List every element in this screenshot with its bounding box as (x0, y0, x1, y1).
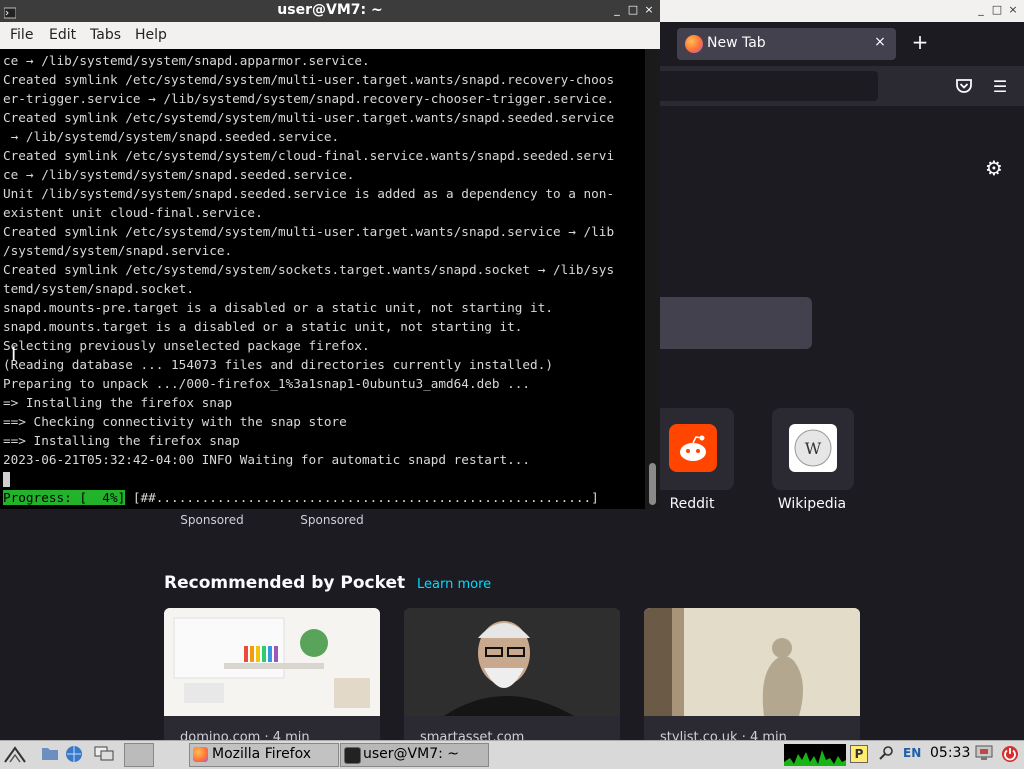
terminal-line: Selecting previously unselected package … (3, 338, 370, 353)
pocket-heading: Recommended by Pocket (164, 573, 406, 593)
show-desktop-icon[interactable] (124, 743, 154, 767)
terminal-line: existent unit cloud-final.service. (3, 205, 263, 220)
terminal-line: snapd.mounts.target is a disabled or a s… (3, 319, 523, 334)
text-cursor-icon: I (11, 344, 17, 365)
terminal-cursor-line (3, 469, 645, 488)
terminal-line: → /lib/systemd/system/snapd.seeded.servi… (3, 129, 340, 144)
card-image (644, 608, 860, 716)
scrollbar-thumb[interactable] (649, 463, 656, 505)
shortcut-wikipedia[interactable]: W (772, 408, 854, 490)
sponsored-label: Sponsored (180, 513, 244, 527)
terminal-title: user@VM7: ~ (277, 2, 383, 18)
card-image (404, 608, 620, 716)
pocket-card[interactable]: stylist.co.uk · 4 min (644, 608, 860, 748)
menu-tabs[interactable]: Tabs (90, 27, 121, 43)
terminal-line: (Reading database ... 154073 files and d… (3, 357, 553, 372)
new-tab-button[interactable]: + (910, 30, 930, 54)
menu-edit[interactable]: Edit (49, 27, 76, 43)
terminal-close-button[interactable]: × (642, 3, 656, 16)
learn-more-link[interactable]: Learn more (417, 577, 491, 592)
start-menu-icon[interactable] (4, 744, 26, 763)
pocket-card[interactable]: smartasset.com (404, 608, 620, 748)
progress-line: Progress: [ 4%] [##.....................… (3, 488, 645, 507)
svg-text:W: W (805, 439, 822, 458)
firefox-logo-icon (685, 35, 703, 53)
terminal-line: ce → /lib/systemd/system/snapd.seeded.se… (3, 167, 355, 182)
shortcut-reddit[interactable] (652, 408, 734, 490)
power-icon[interactable] (1000, 745, 1020, 763)
clock[interactable]: 05:33 (930, 745, 970, 761)
gear-icon[interactable]: ⚙ (983, 156, 1005, 180)
terminal-line: Unit /lib/systemd/system/snapd.seeded.se… (3, 186, 615, 201)
terminal-line: Created symlink /etc/systemd/system/mult… (3, 110, 615, 125)
pocket-card[interactable]: domino.com · 4 min (164, 608, 380, 748)
terminal-minimize-button[interactable]: _ (610, 3, 624, 16)
tab-new-tab[interactable]: New Tab × (677, 28, 896, 60)
firefox-minimize-button[interactable]: _ (974, 3, 988, 16)
terminal-scrollbar[interactable] (645, 49, 660, 509)
terminal-line: ==> Installing the firefox snap (3, 433, 240, 448)
terminal-line: => Installing the firefox snap (3, 395, 233, 410)
keyboard-layout-indicator[interactable]: EN (903, 746, 921, 760)
terminal-maximize-button[interactable]: □ (626, 3, 640, 16)
terminal-line: Created symlink /etc/systemd/system/clou… (3, 148, 615, 163)
terminal-line: Created symlink /etc/systemd/system/mult… (3, 224, 615, 239)
cpu-monitor-graph (784, 744, 846, 766)
window-switcher-icon[interactable] (94, 745, 114, 763)
terminal-titlebar[interactable]: user@VM7: ~ _ □ × (0, 0, 660, 22)
logout-screen-icon[interactable] (974, 745, 994, 763)
terminal-menubar: File Edit Tabs Help (0, 22, 660, 49)
task-label: Mozilla Firefox (212, 746, 312, 762)
terminal-line: Created symlink /etc/systemd/system/sock… (3, 262, 615, 277)
terminal-cursor (3, 472, 10, 487)
search-tray-icon[interactable] (876, 745, 896, 763)
progress-bar: [##.....................................… (125, 490, 599, 505)
firefox-maximize-button[interactable]: □ (990, 3, 1004, 16)
wikipedia-icon: W (789, 424, 837, 472)
card-image (164, 608, 380, 716)
terminal-line: ==> Checking connectivity with the snap … (3, 414, 347, 429)
url-bar[interactable] (640, 71, 878, 101)
file-manager-icon[interactable] (40, 745, 60, 763)
task-terminal[interactable]: user@VM7: ~ (340, 743, 489, 767)
hamburger-menu-icon[interactable]: ☰ (990, 77, 1010, 96)
newtab-search-box[interactable] (640, 297, 812, 349)
terminal-line: 2023-06-21T05:32:42-04:00 INFO Waiting f… (3, 452, 531, 467)
tab-close-icon[interactable]: × (872, 34, 888, 50)
reddit-icon (669, 424, 717, 472)
terminal-line: Created symlink /etc/systemd/system/mult… (3, 72, 615, 87)
terminal-line: Preparing to unpack .../000-firefox_1%3a… (3, 376, 531, 391)
menu-file[interactable]: File (10, 27, 33, 43)
browser-icon[interactable] (64, 745, 84, 763)
terminal-line: snapd.mounts-pre.target is a disabled or… (3, 300, 553, 315)
terminal-output[interactable]: ce → /lib/systemd/system/snapd.apparmor.… (3, 51, 645, 507)
tab-title: New Tab (707, 35, 766, 51)
task-label: user@VM7: ~ (363, 746, 459, 762)
sponsored-label: Sponsored (300, 513, 364, 527)
terminal-icon (344, 747, 361, 764)
menu-help[interactable]: Help (135, 27, 167, 43)
clipboard-p-icon[interactable]: P (850, 745, 868, 763)
firefox-close-button[interactable]: × (1006, 3, 1020, 16)
pocket-icon[interactable] (955, 78, 973, 94)
terminal-window[interactable]: user@VM7: ~ _ □ × File Edit Tabs Help ce… (0, 0, 660, 509)
terminal-line: temd/system/snapd.socket. (3, 281, 194, 296)
progress-label: Progress: [ 4%] (3, 490, 126, 505)
terminal-line: /systemd/system/snapd.service. (3, 243, 233, 258)
shortcut-label: Wikipedia (777, 496, 847, 512)
task-firefox[interactable]: Mozilla Firefox (189, 743, 339, 767)
terminal-line: er-trigger.service → /lib/systemd/system… (3, 91, 615, 106)
firefox-logo-icon (193, 747, 208, 762)
terminal-line: ce → /lib/systemd/system/snapd.apparmor.… (3, 53, 370, 68)
